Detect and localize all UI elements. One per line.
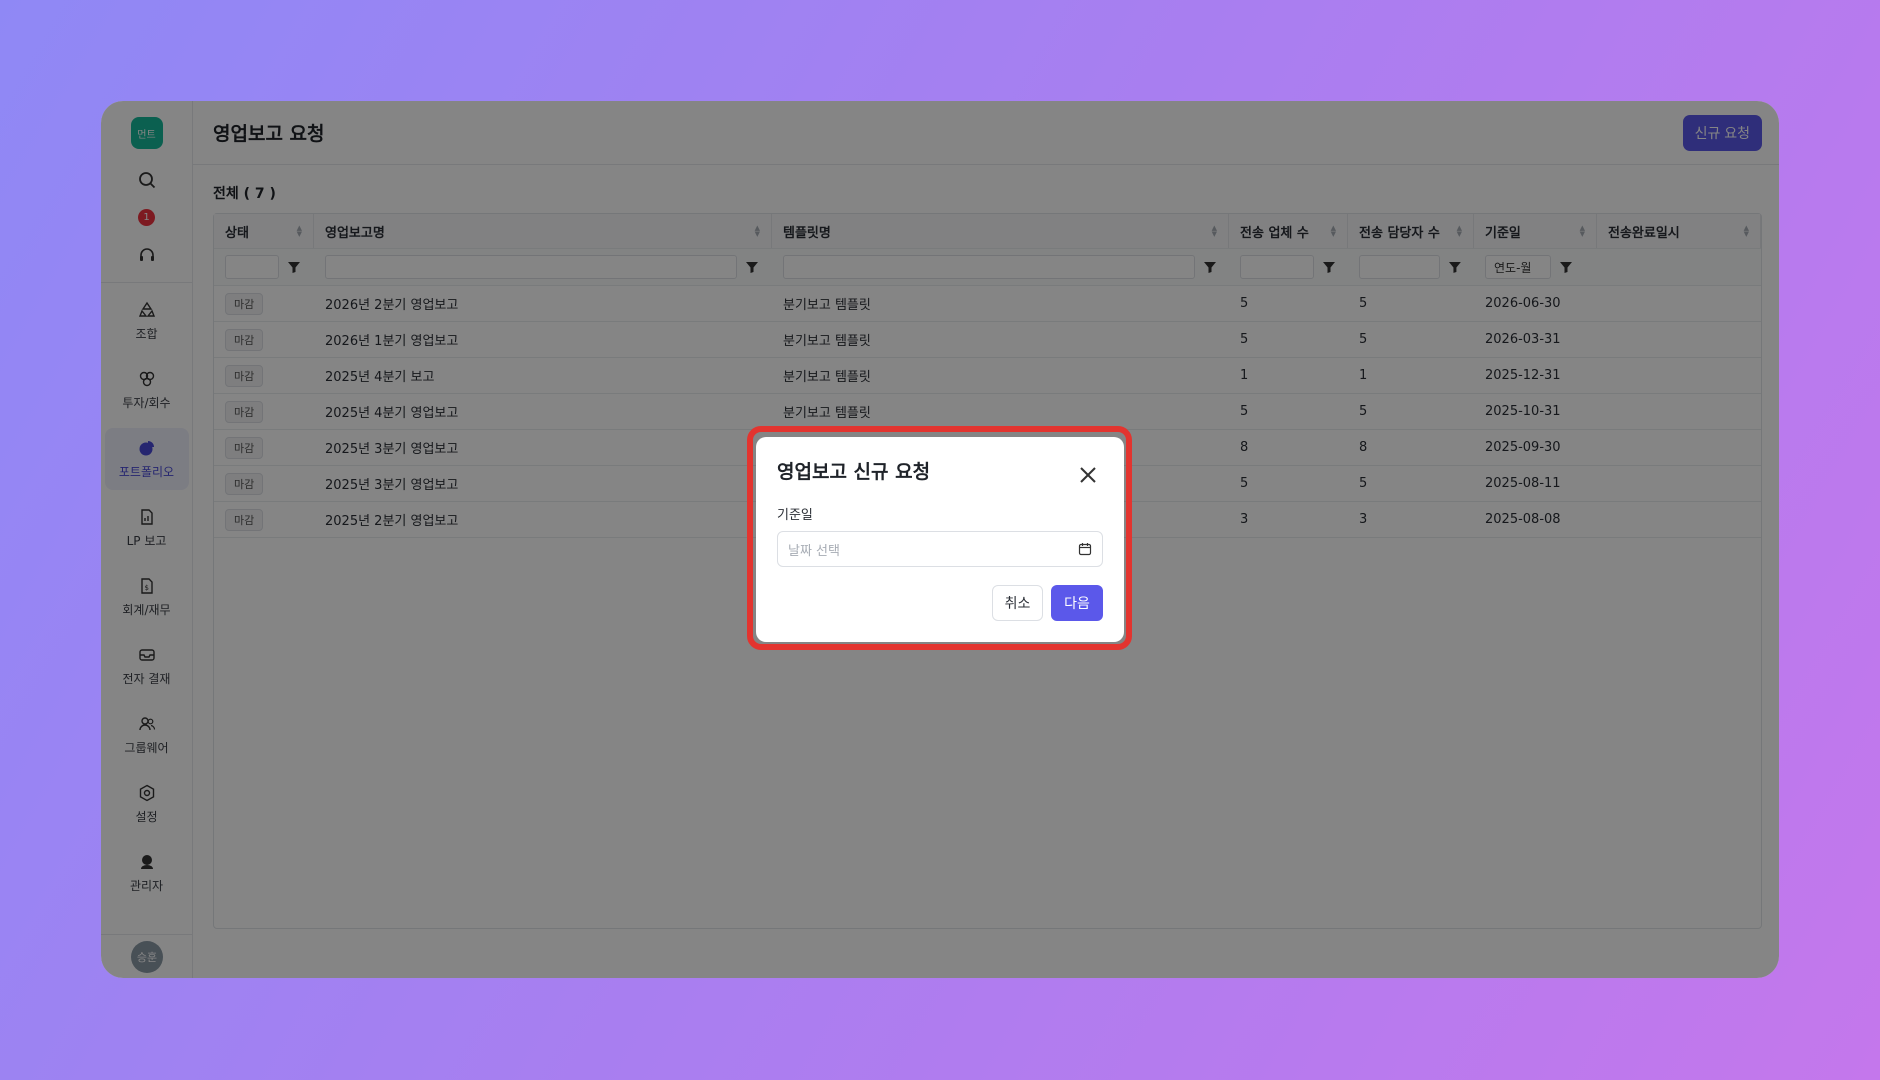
date-placeholder: 날짜 선택 (788, 543, 840, 559)
base-date-picker[interactable]: 날짜 선택 (777, 531, 1103, 567)
close-icon[interactable] (1078, 465, 1098, 485)
cancel-button[interactable]: 취소 (992, 585, 1043, 621)
calendar-icon[interactable] (1078, 542, 1092, 556)
base-date-label: 기준일 (777, 508, 813, 523)
new-report-modal: 영업보고 신규 요청 기준일 날짜 선택 취소 다음 (756, 437, 1124, 642)
modal-title: 영업보고 신규 요청 (777, 461, 931, 483)
next-button[interactable]: 다음 (1051, 585, 1103, 621)
